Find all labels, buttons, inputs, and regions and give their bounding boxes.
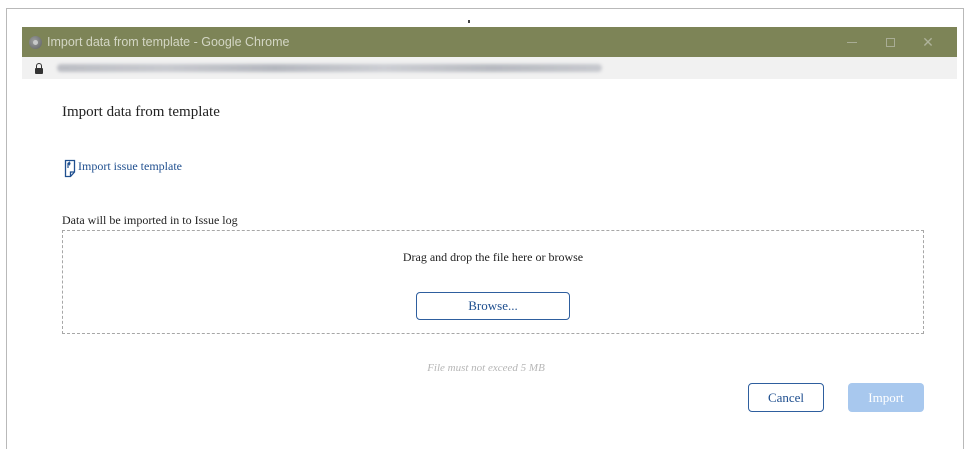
cancel-button[interactable]: Cancel [748,383,824,412]
close-window-button[interactable]: ✕ [909,27,947,57]
maximize-button[interactable] [871,27,909,57]
file-size-note: File must not exceed 5 MB [427,362,545,374]
file-dropzone[interactable]: Drag and drop the file here or browse Br… [62,230,924,334]
import-target-label: Data will be imported in to Issue log [62,213,238,227]
import-issue-template-link[interactable]: Import issue template [62,156,182,178]
chrome-icon [29,35,42,49]
document-import-icon [64,159,76,178]
url-text-blurred[interactable] [57,64,602,72]
dialog-title: Import data from template [62,104,220,120]
close-icon: ✕ [922,33,934,50]
window-title: Import data from template - Google Chrom… [47,35,290,49]
dropzone-text: Drag and drop the file here or browse [402,250,584,264]
minimize-icon [847,41,857,43]
tiny-mark [468,20,470,23]
template-link-label: Import issue template [78,159,182,173]
browser-titlebar: Import data from template - Google Chrom… [22,27,957,57]
import-button[interactable]: Import [848,383,924,412]
browse-button[interactable]: Browse... [416,292,570,320]
window-controls: ✕ [833,27,947,57]
maximize-icon [885,37,895,47]
address-bar[interactable] [22,57,957,79]
minimize-button[interactable] [833,27,871,57]
lock-icon [35,62,43,74]
